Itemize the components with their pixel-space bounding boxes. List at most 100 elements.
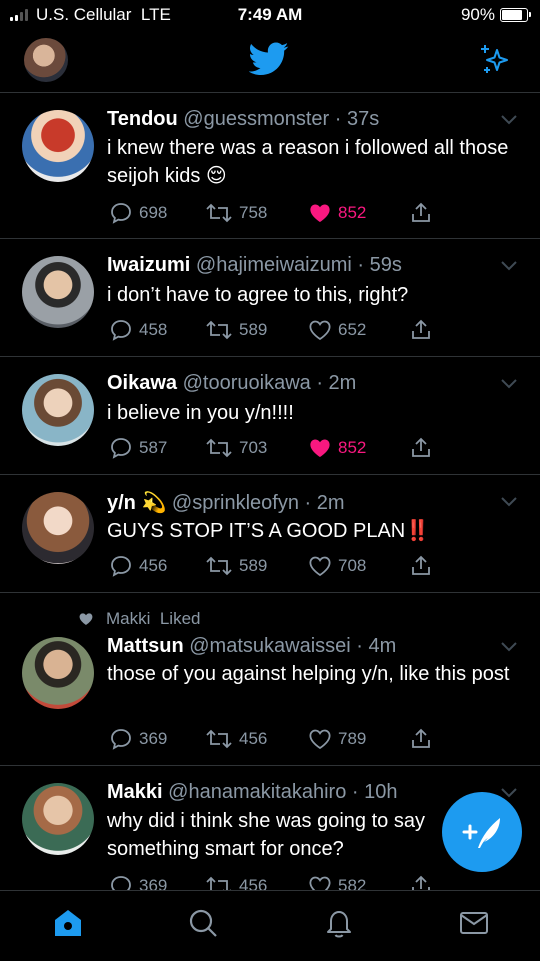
- mail-icon: [460, 912, 488, 934]
- user-handle[interactable]: @sprinkleofyn: [172, 492, 299, 514]
- tweet-item[interactable]: Tendou @guessmonster · 37s i knew there …: [0, 93, 540, 239]
- tab-notifications[interactable]: [323, 907, 355, 944]
- share-icon: [412, 202, 430, 222]
- avatar[interactable]: [22, 110, 94, 182]
- tweet-actions: 369 456 582: [109, 874, 439, 890]
- share-button[interactable]: [409, 318, 439, 342]
- tweet-actions: 587 703 852: [109, 436, 439, 464]
- reply-icon: [111, 320, 131, 341]
- user-handle[interactable]: @guessmonster: [183, 108, 329, 130]
- retweet-count: 758: [239, 203, 268, 222]
- avatar[interactable]: [22, 256, 94, 328]
- tweet-header: Iwaizumi @hajimeiwaizumi · 59s: [107, 254, 402, 276]
- avatar[interactable]: [22, 492, 94, 564]
- chevron-down-icon[interactable]: [500, 377, 518, 395]
- user-handle[interactable]: @hajimeiwaizumi: [196, 254, 352, 276]
- compose-feather-icon: [462, 818, 500, 848]
- tweet-text: why did i think she was going to say som…: [107, 810, 425, 860]
- reply-count: 698: [139, 203, 168, 222]
- social-context: Makki Liked: [78, 609, 200, 629]
- tweet-time: 2m: [328, 372, 357, 394]
- retweet-button[interactable]: 589: [205, 318, 267, 342]
- tab-search[interactable]: [187, 907, 219, 944]
- chevron-down-icon[interactable]: [500, 640, 518, 658]
- profile-avatar[interactable]: [24, 38, 68, 82]
- like-count: 582: [338, 876, 367, 890]
- share-icon: [412, 319, 430, 339]
- like-button[interactable]: 652: [308, 318, 366, 342]
- share-icon: [412, 437, 430, 457]
- user-handle[interactable]: @hanamakitakahiro: [168, 781, 346, 803]
- tweet-item[interactable]: Iwaizumi @hajimeiwaizumi · 59s i don’t h…: [0, 239, 540, 357]
- display-name[interactable]: Iwaizumi: [107, 254, 190, 276]
- tweet-header: y/n 💫 @sprinkleofyn · 2m: [107, 492, 345, 514]
- retweet-icon: [206, 203, 232, 223]
- heart-filled-icon: [310, 439, 330, 457]
- tweet-item[interactable]: y/n 💫 @sprinkleofyn · 2m GUYS STOP IT’S …: [0, 475, 540, 593]
- retweet-button[interactable]: 456: [205, 727, 267, 751]
- search-icon: [189, 909, 217, 937]
- tweet-actions: 456 589 708: [109, 554, 439, 582]
- display-name[interactable]: Makki: [107, 781, 163, 803]
- user-handle[interactable]: @matsukawaissei: [189, 635, 350, 657]
- liked-by-text[interactable]: Makki Liked: [106, 609, 200, 629]
- retweet-button[interactable]: 703: [205, 436, 267, 460]
- like-button[interactable]: 852: [308, 436, 366, 460]
- tweet-time: 10h: [364, 781, 398, 803]
- tweet-actions: 369 456 789: [109, 727, 439, 755]
- heart-outline-icon: [309, 876, 331, 890]
- retweet-button[interactable]: 589: [205, 554, 267, 578]
- compose-tweet-button[interactable]: [442, 792, 522, 872]
- retweet-count: 456: [239, 876, 268, 890]
- chevron-down-icon[interactable]: [500, 495, 518, 513]
- share-button[interactable]: [409, 727, 439, 751]
- reply-icon: [111, 729, 131, 750]
- display-name[interactable]: y/n 💫: [107, 492, 166, 514]
- share-icon: [412, 555, 430, 575]
- display-name[interactable]: Mattsun: [107, 635, 184, 657]
- reply-button[interactable]: 369: [109, 874, 167, 890]
- avatar[interactable]: [22, 374, 94, 446]
- tweet-item[interactable]: Makki Liked Mattsun @matsukawaissei · 4m…: [0, 593, 540, 766]
- retweet-button[interactable]: 456: [205, 874, 267, 890]
- like-button[interactable]: 789: [308, 727, 366, 751]
- like-count: 652: [338, 320, 367, 339]
- share-button[interactable]: [409, 874, 439, 890]
- reply-button[interactable]: 698: [109, 201, 167, 225]
- reply-button[interactable]: 587: [109, 436, 167, 460]
- bottom-tab-bar: [0, 890, 540, 961]
- retweet-count: 456: [239, 729, 268, 748]
- retweet-icon: [206, 729, 232, 749]
- like-button[interactable]: 582: [308, 874, 366, 890]
- retweet-icon: [206, 438, 232, 458]
- tab-home[interactable]: [52, 907, 84, 944]
- retweet-button[interactable]: 758: [205, 201, 267, 225]
- share-button[interactable]: [409, 554, 439, 578]
- share-button[interactable]: [409, 201, 439, 225]
- chevron-down-icon[interactable]: [500, 259, 518, 277]
- tweet-item[interactable]: Oikawa @tooruoikawa · 2m i believe in yo…: [0, 357, 540, 475]
- like-count: 789: [338, 729, 367, 748]
- display-name[interactable]: Tendou: [107, 108, 178, 130]
- share-button[interactable]: [409, 436, 439, 460]
- tweet-time: 2m: [316, 492, 345, 514]
- tweet-text: i knew there was a reason i followed all…: [107, 137, 509, 187]
- heart-outline-icon: [309, 729, 331, 750]
- reply-button[interactable]: 456: [109, 554, 167, 578]
- avatar[interactable]: [22, 783, 94, 855]
- reply-button[interactable]: 458: [109, 318, 167, 342]
- tweet-time: 4m: [368, 635, 397, 657]
- avatar[interactable]: [22, 637, 94, 709]
- reply-icon: [111, 203, 131, 224]
- tab-messages[interactable]: [458, 907, 490, 944]
- like-button[interactable]: 708: [308, 554, 366, 578]
- heart-context-icon: [79, 613, 93, 625]
- user-handle[interactable]: @tooruoikawa: [183, 372, 311, 394]
- like-button[interactable]: 852: [308, 201, 366, 225]
- display-name[interactable]: Oikawa: [107, 372, 177, 394]
- chevron-down-icon[interactable]: [500, 113, 518, 131]
- reply-button[interactable]: 369: [109, 727, 167, 751]
- like-count: 852: [338, 203, 367, 222]
- like-count: 852: [338, 438, 367, 457]
- sparkle-icon[interactable]: [478, 42, 512, 81]
